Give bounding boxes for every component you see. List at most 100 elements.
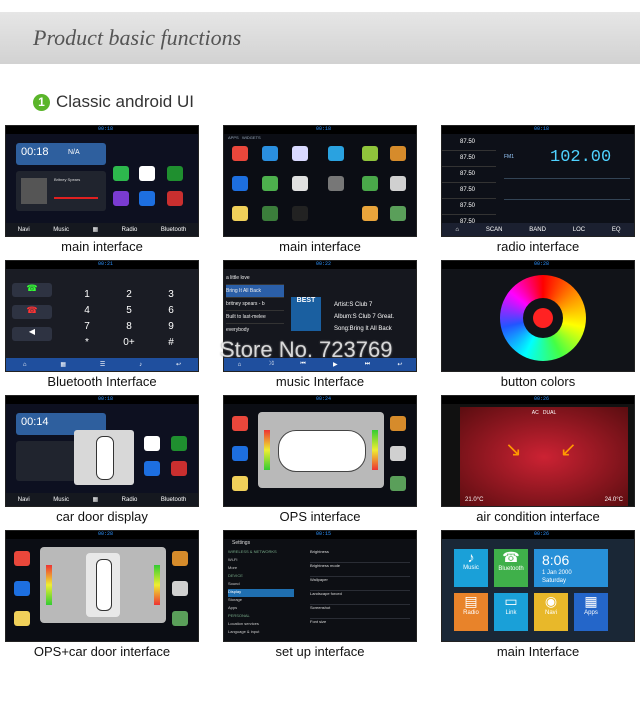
preset-item[interactable]: 87.50 bbox=[442, 151, 496, 167]
playlist-item[interactable]: a little love bbox=[226, 272, 284, 285]
preset-item[interactable]: 87.50 bbox=[442, 135, 496, 151]
nav-navi[interactable]: Navi bbox=[18, 227, 30, 233]
file-explorer-icon[interactable] bbox=[172, 611, 188, 626]
ac-dual-label[interactable]: DUAL bbox=[543, 410, 556, 416]
music-app-icon[interactable] bbox=[139, 166, 155, 181]
eq-button[interactable]: EQ bbox=[612, 227, 621, 233]
bluetooth-icon[interactable] bbox=[139, 191, 155, 206]
contacts-icon[interactable]: ☰ bbox=[100, 361, 105, 368]
settings-item-sound[interactable]: Sound bbox=[228, 581, 294, 589]
app-icon[interactable] bbox=[232, 206, 248, 221]
tuning-scale[interactable] bbox=[504, 178, 630, 200]
preset-item[interactable]: 87.50 bbox=[442, 183, 496, 199]
radio-app-icon[interactable] bbox=[171, 461, 187, 476]
dial-key[interactable]: 7 bbox=[66, 321, 108, 332]
app-icon[interactable] bbox=[292, 206, 308, 221]
file-explorer-icon[interactable] bbox=[390, 476, 406, 491]
email-icon[interactable] bbox=[362, 206, 378, 221]
color-icon[interactable] bbox=[172, 581, 188, 596]
next-icon[interactable]: ⏭ bbox=[365, 361, 370, 368]
scan-button[interactable]: SCAN bbox=[486, 227, 503, 233]
android-icon[interactable] bbox=[362, 146, 378, 161]
home-icon[interactable]: ⌂ bbox=[455, 227, 459, 233]
loc-button[interactable]: LOC bbox=[573, 227, 585, 233]
settings-item-storage[interactable]: Storage bbox=[228, 597, 294, 605]
dial-key[interactable]: 1 bbox=[66, 289, 108, 300]
music-app-icon[interactable] bbox=[144, 436, 160, 451]
back-icon[interactable]: ↩ bbox=[176, 361, 181, 368]
back-icon[interactable]: ↩ bbox=[397, 361, 402, 368]
shuffle-icon[interactable]: ⤨ bbox=[268, 361, 273, 368]
playlist-item[interactable]: Built to last-melee bbox=[226, 311, 284, 324]
tab-apps[interactable]: APPS bbox=[228, 135, 239, 140]
video-icon[interactable] bbox=[113, 191, 129, 206]
preset-item[interactable]: 87.50 bbox=[442, 167, 496, 183]
dial-key[interactable]: 8 bbox=[108, 321, 150, 332]
maps-icon[interactable] bbox=[232, 416, 248, 431]
dialpad-icon[interactable]: ▦ bbox=[60, 361, 66, 368]
equalizer-icon[interactable] bbox=[172, 551, 188, 566]
previous-icon[interactable]: ⏮ bbox=[300, 361, 305, 368]
browser-icon[interactable] bbox=[167, 166, 183, 181]
settings-option[interactable]: Brightness mode bbox=[310, 563, 410, 577]
equalizer-icon[interactable] bbox=[390, 146, 406, 161]
call-icon[interactable]: ☎ bbox=[12, 283, 52, 297]
settings-option[interactable]: Wallpaper bbox=[310, 577, 410, 591]
app-icon[interactable] bbox=[232, 476, 248, 491]
hangup-icon[interactable]: ☎ bbox=[12, 305, 52, 319]
dial-key[interactable]: 2 bbox=[108, 289, 150, 300]
dial-key[interactable]: 4 bbox=[66, 305, 108, 316]
play-icon[interactable]: ▶ bbox=[333, 361, 338, 368]
playlist-item-active[interactable]: Bring It All Back bbox=[226, 285, 284, 298]
color-icon[interactable] bbox=[390, 446, 406, 461]
maps-icon[interactable] bbox=[14, 551, 30, 566]
nav-bluetooth[interactable]: Bluetooth bbox=[161, 497, 186, 503]
maps-icon[interactable] bbox=[232, 146, 248, 161]
tile-music[interactable]: ♪ Music bbox=[454, 549, 488, 587]
radio-app-icon[interactable] bbox=[167, 191, 183, 206]
nav-music[interactable]: Music bbox=[53, 497, 69, 503]
file-explorer-icon[interactable] bbox=[390, 206, 406, 221]
dial-key[interactable]: 0+ bbox=[108, 337, 150, 348]
settings-item-language[interactable]: Language & input bbox=[228, 629, 294, 637]
nav-radio[interactable]: Radio bbox=[122, 227, 138, 233]
tile-bluetooth[interactable]: ☎ Bluetooth bbox=[494, 549, 528, 587]
app-icon[interactable] bbox=[292, 176, 308, 191]
settings-option[interactable]: Screenshot bbox=[310, 605, 410, 619]
equalizer-icon[interactable] bbox=[390, 416, 406, 431]
playlist-item[interactable]: britney spears - b bbox=[226, 298, 284, 311]
band-button[interactable]: BAND bbox=[529, 227, 546, 233]
preset-item[interactable]: 87.50 bbox=[442, 199, 496, 215]
bluetooth-icon[interactable] bbox=[232, 176, 248, 191]
dial-key[interactable]: 3 bbox=[150, 289, 192, 300]
app-icon[interactable] bbox=[292, 146, 308, 161]
home-icon[interactable]: ⌂ bbox=[23, 362, 27, 368]
app-icon[interactable] bbox=[262, 176, 278, 191]
download-icon[interactable] bbox=[262, 206, 278, 221]
color-icon[interactable] bbox=[390, 176, 406, 191]
apps-grid-icon[interactable]: ▦ bbox=[92, 226, 98, 233]
tab-widgets[interactable]: WIDGETS bbox=[242, 135, 261, 140]
apps-grid-icon[interactable]: ▦ bbox=[92, 496, 98, 503]
telegram-icon[interactable] bbox=[328, 146, 344, 161]
wechat-icon[interactable] bbox=[113, 166, 129, 181]
dial-key[interactable]: 9 bbox=[150, 321, 192, 332]
settings-option[interactable]: Font size bbox=[310, 619, 410, 632]
settings-item-more[interactable]: More bbox=[228, 565, 294, 573]
dial-key[interactable]: * bbox=[66, 337, 108, 348]
home-icon[interactable]: ⌂ bbox=[238, 362, 242, 368]
dial-key[interactable]: 6 bbox=[150, 305, 192, 316]
settings-item-wifi[interactable]: Wi-Fi bbox=[228, 557, 294, 565]
color-wheel[interactable] bbox=[500, 275, 586, 361]
nav-radio[interactable]: Radio bbox=[122, 497, 138, 503]
nav-music[interactable]: Music bbox=[53, 227, 69, 233]
settings-item-location[interactable]: Location services bbox=[228, 621, 294, 629]
nav-bluetooth[interactable]: Bluetooth bbox=[161, 227, 186, 233]
settings-option[interactable]: Brightness bbox=[310, 549, 410, 563]
settings-item-display[interactable]: Display bbox=[228, 589, 294, 597]
settings-item-apps[interactable]: Apps bbox=[228, 605, 294, 613]
seat-right-icon[interactable]: ↙ bbox=[560, 437, 577, 462]
bluetooth-icon[interactable] bbox=[232, 446, 248, 461]
browser-icon[interactable] bbox=[171, 436, 187, 451]
app-icon[interactable] bbox=[14, 611, 30, 626]
